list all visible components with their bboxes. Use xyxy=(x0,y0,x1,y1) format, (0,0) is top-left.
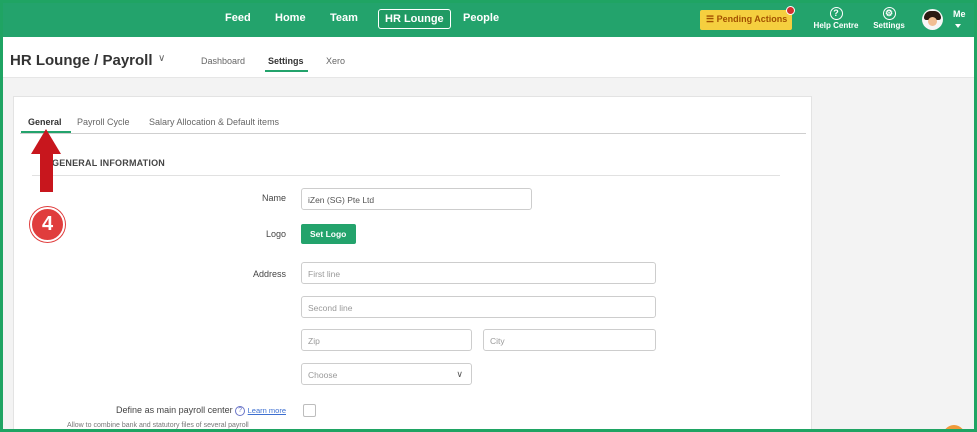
main-payroll-center-note: Allow to combine bank and statutory file… xyxy=(67,422,249,429)
address-second-line-input[interactable]: Second line xyxy=(301,296,656,318)
address-label: Address xyxy=(252,269,286,279)
top-nav: Feed Home Team HR Lounge People ☰ Pendin… xyxy=(3,3,974,37)
country-select[interactable]: Choose ∨ xyxy=(301,363,472,385)
annotation-arrow-up-icon xyxy=(31,129,61,154)
chevron-down-icon: ∨ xyxy=(456,369,463,379)
step-number-badge: 4 xyxy=(30,207,65,242)
app-window: Feed Home Team HR Lounge People ☰ Pendin… xyxy=(0,0,977,432)
logo-label: Logo xyxy=(265,229,286,239)
tab-general[interactable]: General xyxy=(28,117,62,127)
question-icon: ? xyxy=(829,7,843,20)
settings-card: General Payroll Cycle Salary Allocation … xyxy=(13,96,812,429)
main-payroll-center-checkbox[interactable] xyxy=(303,404,316,417)
pending-actions-button[interactable]: ☰ Pending Actions xyxy=(700,6,795,30)
gear-icon: ⚙ xyxy=(882,7,896,20)
nav-hr-lounge[interactable]: HR Lounge xyxy=(378,9,451,29)
settings-button[interactable]: ⚙ Settings xyxy=(869,7,909,30)
chat-launcher[interactable] xyxy=(943,425,965,429)
country-select-value: Choose xyxy=(308,370,338,380)
chevron-down-icon[interactable] xyxy=(955,24,961,28)
annotation-arrow-shaft xyxy=(40,152,53,192)
active-tab-indicator xyxy=(265,70,308,72)
help-icon[interactable]: ? xyxy=(235,405,246,416)
main-payroll-center-label: Define as main payroll center xyxy=(116,405,233,415)
city-input[interactable]: City xyxy=(483,329,656,351)
page-title: HR Lounge / Payroll xyxy=(10,52,153,69)
set-logo-button[interactable]: Set Logo xyxy=(301,224,356,244)
avatar[interactable] xyxy=(922,9,943,30)
list-icon: ☰ xyxy=(706,14,715,24)
tab-xero[interactable]: Xero xyxy=(326,56,345,66)
me-label[interactable]: Me xyxy=(953,9,966,19)
section-title: GENERAL INFORMATION xyxy=(52,158,165,168)
section-divider xyxy=(32,175,780,176)
settings-label: Settings xyxy=(873,21,905,30)
tab-divider xyxy=(20,133,806,134)
tab-payroll-cycle[interactable]: Payroll Cycle xyxy=(77,117,130,127)
avatar-face xyxy=(928,17,937,26)
name-input[interactable]: iZen (SG) Pte Ltd xyxy=(301,188,532,210)
nav-feed[interactable]: Feed xyxy=(225,12,251,24)
notification-dot xyxy=(786,6,795,15)
nav-home[interactable]: Home xyxy=(275,12,306,24)
chevron-down-icon[interactable]: ∨ xyxy=(158,53,165,64)
tab-salary-allocation[interactable]: Salary Allocation & Default items xyxy=(149,117,279,127)
page-header: HR Lounge / Payroll ∨ Dashboard Settings… xyxy=(3,37,974,78)
main-payroll-center-row: Define as main payroll center ? Learn mo… xyxy=(54,405,286,416)
tab-dashboard[interactable]: Dashboard xyxy=(201,56,245,66)
address-first-line-input[interactable]: First line xyxy=(301,262,656,284)
help-centre-button[interactable]: ? Help Centre xyxy=(812,7,860,30)
name-label: Name xyxy=(261,193,286,203)
pending-actions-label: Pending Actions xyxy=(716,14,788,24)
tab-settings[interactable]: Settings xyxy=(268,56,304,66)
zip-input[interactable]: Zip xyxy=(301,329,472,351)
help-centre-label: Help Centre xyxy=(813,21,859,30)
nav-team[interactable]: Team xyxy=(330,12,358,24)
learn-more-link[interactable]: Learn more xyxy=(248,406,286,415)
nav-people[interactable]: People xyxy=(463,12,499,24)
